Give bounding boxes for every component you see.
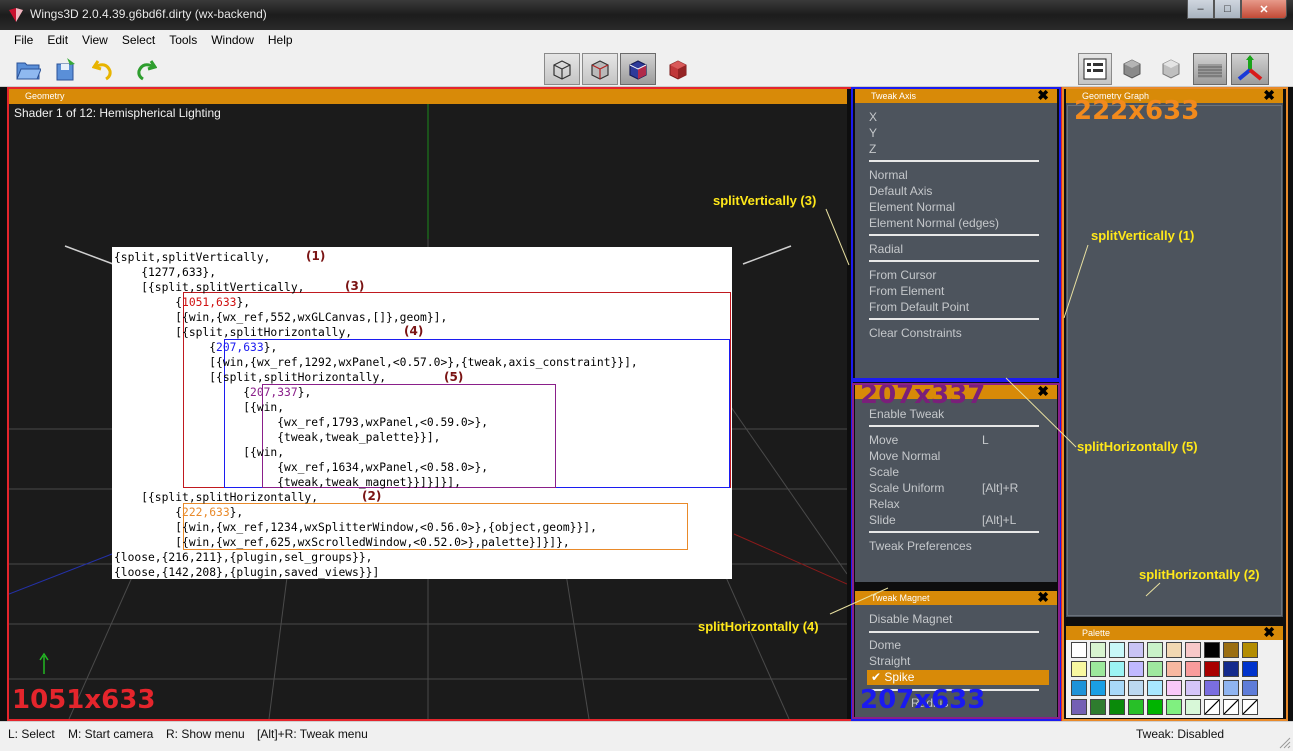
window-layout-code: {split,splitVertically, {1277,633}, [{sp… (112, 247, 732, 579)
status-lmb: L: Select (8, 727, 55, 741)
status-rmb: R: Show menu (166, 727, 245, 741)
marker-5: (5) (444, 370, 464, 384)
resize-grip-icon[interactable] (1279, 737, 1291, 749)
status-mmb: M: Start camera (68, 727, 154, 741)
marker-3: (3) (345, 279, 365, 293)
status-alt-rmb: [Alt]+R: Tweak menu (257, 727, 368, 741)
status-bar: L: Select M: Start camera R: Show menu [… (0, 721, 1293, 751)
marker-1: (1) (306, 249, 326, 263)
code-lines: {split,splitVertically, {1277,633}, [{sp… (114, 250, 638, 580)
code-text: {split,splitVertically, {1277,633}, [{sp… (114, 251, 638, 579)
marker-4: (4) (404, 324, 424, 338)
marker-2: (2) (362, 489, 382, 503)
status-tweak-mode: Tweak: Disabled (1136, 727, 1225, 741)
